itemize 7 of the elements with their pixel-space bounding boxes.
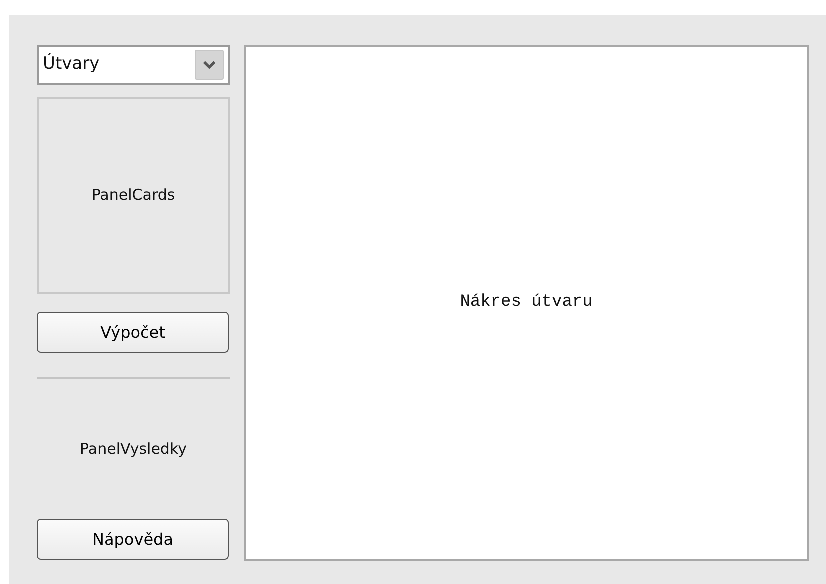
dropdown-value: Útvary [43, 52, 100, 76]
drawing-placeholder-text: Nákres útvaru [460, 292, 593, 314]
help-button[interactable]: Nápověda [37, 519, 229, 560]
shape-dropdown[interactable]: Útvary [37, 45, 230, 85]
compute-button[interactable]: Výpočet [37, 312, 229, 353]
results-panel-label: PanelVysledky [80, 438, 187, 460]
panel-label: PanelCards [92, 185, 176, 206]
